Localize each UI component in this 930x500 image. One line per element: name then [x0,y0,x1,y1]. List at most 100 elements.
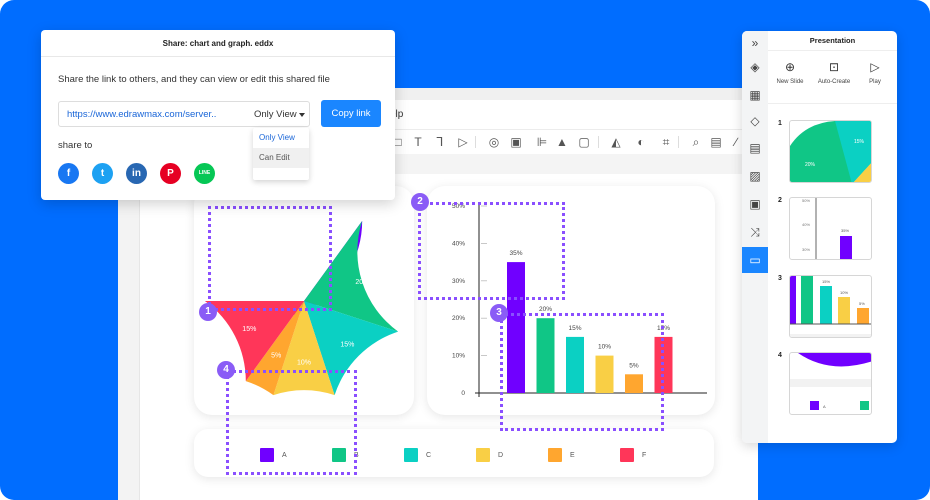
share-dialog: Share: chart and graph. eddx Share the l… [41,30,395,200]
annotation-box-3 [500,313,664,431]
search-icon[interactable]: ⌕ [688,134,704,150]
permission-select[interactable]: Only View [254,109,297,120]
share-dialog-title: Share: chart and graph. eddx [41,30,395,57]
connector-icon[interactable]: ⅂ [432,134,448,150]
annotation-badge-4: 4 [217,361,235,379]
left-ruler [118,174,140,500]
pie-label-d: 10% [297,359,311,366]
option-can-edit[interactable]: Can Edit [253,148,309,168]
legend-label: E [570,451,575,459]
text-icon[interactable]: T [410,134,426,150]
layers-icon[interactable]: ◎ [486,134,502,150]
thumb2-bar-label: 35% [841,228,849,233]
twitter-icon[interactable]: t [92,163,113,184]
presentation-board-icon: ⊡ [828,60,840,74]
thumb2-bar-a [840,236,852,259]
toolbar-separator [678,136,679,148]
image-icon[interactable]: ▨ [745,166,765,186]
grid-icon[interactable]: ▦ [745,85,765,105]
divider [768,103,897,104]
presentation-icon[interactable]: ▭ [742,247,768,273]
legend-swatch [476,448,490,462]
new-slide-label: New Slide [776,79,804,85]
y-tick-label: 0 [461,390,465,397]
thumb2-tick-30: 30% [802,247,810,252]
shuffle-icon[interactable]: ⤨ [745,222,765,242]
slide-thumbnail-3[interactable]: 15% 10% 5% [789,275,872,338]
shadow-icon[interactable]: ◐ [633,134,649,150]
slide-number-1: 1 [778,120,782,127]
y-tick-label: 10% [452,353,465,360]
presentation-panel: » ◈ ▦ ◇ ▤ ▨ ▣ ⤨ ▭ Presentation ⊕ New Sli… [742,31,897,443]
collapse-icon[interactable]: » [745,33,765,53]
auto-create-button[interactable]: ⊡ Auto-Create [812,59,856,85]
share-to-label: share to [58,140,93,151]
crop-icon[interactable]: ⌗ [658,134,674,150]
thumb3-label-c: 15% [822,279,830,284]
annotation-badge-1: 1 [199,303,217,321]
pointer-icon[interactable]: ▷ [455,134,471,150]
permission-dropdown: Only View Can Edit [253,128,309,180]
legend-swatch [404,448,418,462]
slide-number-4: 4 [778,352,782,359]
legend-label: D [498,451,504,459]
share-link-field[interactable]: https://www.edrawmax.com/server.. Only V… [58,101,310,127]
thumb1-label-c: 15% [854,139,865,145]
layers-icon[interactable]: ◇ [745,111,765,131]
align-icon[interactable]: ⊫ [534,134,550,150]
y-tick-label: 20% [452,315,465,322]
document-icon[interactable]: ▤ [745,138,765,158]
legend-item-c[interactable]: C [404,448,431,462]
chevron-down-icon[interactable] [299,113,305,117]
slide-number-2: 2 [778,197,782,204]
toolbar-separator [598,136,599,148]
facebook-icon[interactable]: f [58,163,79,184]
slide-thumbnail-1[interactable]: 20% 15% [789,120,872,183]
legend-item-d[interactable]: D [476,448,503,462]
thumb1-label-b: 20% [805,162,816,168]
annotation-badge-3: 3 [490,304,508,322]
thumb2-tick-50: 50% [802,198,810,203]
frame-icon[interactable]: ▢ [576,134,592,150]
linkedin-icon[interactable]: in [126,163,147,184]
copy-link-button[interactable]: Copy link [321,100,381,127]
legend-label: C [426,451,432,459]
group-icon[interactable]: ▣ [508,134,524,150]
annotation-box-2 [418,202,565,300]
auto-create-label: Auto-Create [817,79,851,85]
pie-label-c: 15% [340,341,354,348]
play-icon: ▷ [870,60,880,74]
play-label: Play [869,79,881,85]
fill-icon[interactable]: ◭ [608,134,624,150]
side-rail: » ◈ ▦ ◇ ▤ ▨ ▣ ⤨ ▭ [742,31,768,443]
legend-item-e[interactable]: E [548,448,575,462]
paint-bucket-icon[interactable]: ◈ [745,57,765,77]
plus-circle-icon: ⊕ [784,60,796,74]
play-button[interactable]: ▷ Play [860,59,890,85]
presentation-title: Presentation [768,31,897,51]
flip-icon[interactable]: ▲ [554,134,570,150]
table-icon[interactable]: ▤ [708,134,724,150]
pinterest-icon[interactable]: P [160,163,181,184]
legend-item-f[interactable]: F [620,448,646,462]
stage: elp □ T ⅂ ▷ ◎ ▣ ⊫ ▲ ▢ ◭ ◐ ⌗ ⌕ ▤ ∕ 35% 20% 15% 10% 5% 15% 01… [0,0,930,500]
new-slide-button[interactable]: ⊕ New Slide [772,59,808,85]
legend-label: F [642,451,647,459]
line-icon[interactable]: LINE [194,163,215,184]
pie-label-e: 5% [271,353,281,360]
annotation-badge-2: 2 [411,193,429,211]
option-only-view[interactable]: Only View [253,128,309,148]
toolbar-separator [475,136,476,148]
slide-thumbnail-4[interactable]: A [789,352,872,415]
annotation-box-1 [208,206,332,311]
legend-swatch [620,448,634,462]
slide-number-3: 3 [778,275,782,282]
thumb4-legend-a: A [823,404,826,409]
pie-label-b: 20% [355,279,369,286]
annotation-box-4 [226,370,357,475]
layout-icon[interactable]: ▣ [745,194,765,214]
slide-thumbnail-2[interactable]: 50% 40% 30% 35% [789,197,872,260]
legend-swatch [548,448,562,462]
share-link-url[interactable]: https://www.edrawmax.com/server.. [67,109,216,120]
thumb2-tick-40: 40% [802,222,810,227]
